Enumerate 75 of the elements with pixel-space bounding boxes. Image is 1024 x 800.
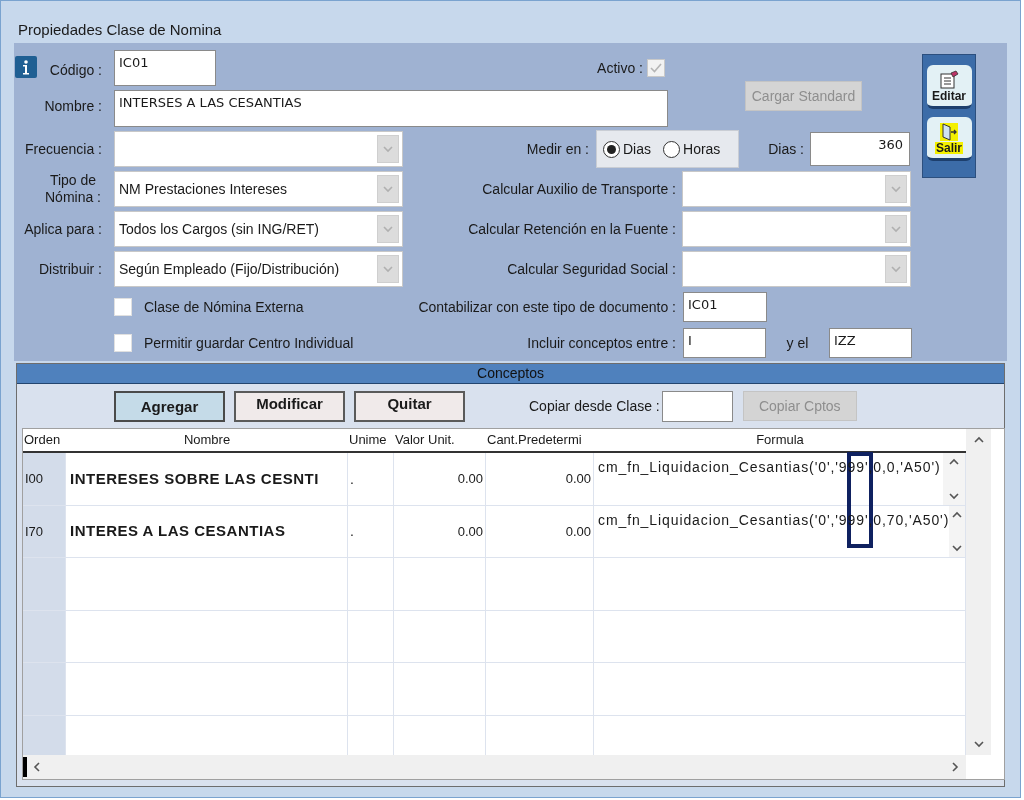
column-header: Orden	[23, 431, 62, 449]
nombre-field[interactable]: INTERSES A LAS CESANTIAS	[114, 90, 668, 127]
table-cell-text: INTERES A LAS CESANTIAS	[70, 521, 286, 542]
dropdown-value: Según Empleado (Fijo/Distribución)	[118, 259, 341, 279]
checkbox-label: Clase de Nómina Externa	[144, 297, 304, 317]
field-label: y el	[786, 334, 809, 351]
vertical-scrollbar[interactable]	[966, 429, 991, 755]
table-cell-text: 0.00	[457, 470, 483, 489]
chevron-up-icon[interactable]	[973, 435, 984, 445]
field-label: Nombre :	[44, 98, 102, 114]
checkbox[interactable]	[114, 334, 132, 352]
field-label: Calcular Retención en la Fuente :	[468, 220, 676, 237]
field-label: Dias :	[768, 140, 804, 157]
concepto-hasta-field[interactable]: IZZ	[829, 328, 912, 358]
chevron-down-icon[interactable]	[949, 491, 959, 501]
action-button[interactable]: Quitar	[354, 390, 465, 422]
field-label: Incluir conceptos entre :	[527, 334, 676, 351]
window-title: Propiedades Clase de Nomina	[17, 20, 223, 40]
field-label: Copiar desde Clase :	[529, 396, 660, 416]
column-header: Nombre	[182, 431, 232, 449]
documento-field[interactable]: IC01	[683, 292, 767, 322]
checkbox-label: Permitir guardar Centro Individual	[144, 333, 354, 353]
dropdown[interactable]	[682, 171, 911, 207]
field-label: Distribuir :	[39, 259, 103, 279]
chevron-up-icon[interactable]	[952, 510, 963, 520]
dropdown[interactable]	[114, 131, 403, 167]
table-cell-text: .	[350, 469, 354, 489]
table-cell-text: .	[350, 522, 354, 541]
action-button[interactable]: Modificar	[234, 390, 345, 422]
field-label: Activo :	[597, 60, 643, 76]
chevron-down-icon[interactable]	[952, 543, 963, 553]
chevron-left-icon[interactable]	[32, 762, 42, 772]
field-label: Calcular Seguridad Social :	[507, 260, 676, 277]
dropdown[interactable]	[682, 251, 911, 287]
checkbox[interactable]	[114, 298, 132, 316]
chevron-right-icon[interactable]	[950, 762, 960, 772]
field-label: Contabilizar con este tipo de documento :	[418, 298, 676, 315]
radio-option[interactable]: Dias	[603, 138, 651, 160]
table-cell-text: 0.00	[457, 522, 483, 541]
dropdown[interactable]	[682, 211, 911, 247]
section-header: Conceptos	[17, 364, 1004, 384]
column-header: Formula	[755, 431, 805, 449]
field-label: Tipo de Nómina :	[44, 172, 102, 206]
column-header: Unime	[348, 431, 388, 449]
table-cell-text: 0.00	[565, 522, 591, 541]
form-pencil-icon	[939, 69, 959, 90]
salir-button[interactable]: Salir	[926, 117, 972, 161]
row-marker	[23, 757, 27, 777]
dias-field[interactable]: 360	[810, 132, 910, 166]
concepto-desde-field[interactable]: I	[683, 328, 766, 358]
column-header: Cant.Predetermi	[486, 431, 583, 449]
info-icon[interactable]	[15, 56, 37, 78]
editar-button[interactable]: Editar	[926, 65, 972, 109]
table-cell-text: 0.00	[565, 470, 591, 489]
dropdown[interactable]: Todos los Cargos (sin ING/RET)	[114, 211, 403, 247]
field-label: Frecuencia :	[24, 139, 103, 159]
field-label: Medir en :	[526, 140, 589, 157]
column-header: Valor Unit.	[394, 431, 456, 449]
copiar-clase-field[interactable]	[661, 390, 733, 422]
field-label: Aplica para :	[24, 219, 103, 239]
codigo-field[interactable]: IC01	[114, 50, 216, 86]
field-label: Calcular Auxilio de Transporte :	[482, 180, 676, 197]
horizontal-scrollbar[interactable]	[23, 755, 966, 779]
dropdown[interactable]: NM Prestaciones Intereses	[114, 171, 403, 207]
chevron-down-icon[interactable]	[973, 739, 984, 749]
dropdown-value: Todos los Cargos (sin ING/RET)	[118, 219, 320, 239]
chevron-up-icon[interactable]	[949, 457, 959, 467]
dropdown[interactable]: Según Empleado (Fijo/Distribución)	[114, 251, 403, 287]
action-button[interactable]: Agregar	[114, 390, 225, 422]
dropdown-value: NM Prestaciones Intereses	[118, 179, 289, 199]
field-label: Código :	[49, 61, 103, 80]
radio-option[interactable]: Horas	[663, 138, 721, 160]
table-cell-text: I00	[25, 470, 44, 489]
table-cell-text: I70	[25, 522, 44, 541]
table-cell-text: INTERESES SOBRE LAS CESNTI	[70, 468, 319, 489]
